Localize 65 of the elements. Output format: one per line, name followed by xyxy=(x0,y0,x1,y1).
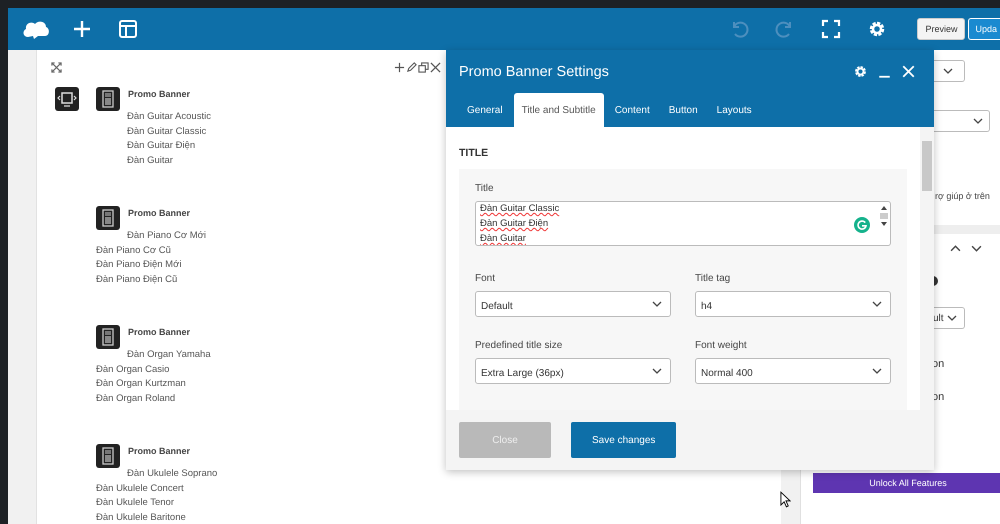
field-label: Font weight xyxy=(695,340,748,351)
settings-icon[interactable] xyxy=(853,64,868,79)
close-icon[interactable] xyxy=(430,62,441,73)
field-label: Title tag xyxy=(695,273,732,284)
dropdown[interactable]: Normal 400 xyxy=(695,358,891,384)
update-button[interactable]: Upda xyxy=(968,18,1000,40)
banner-icon xyxy=(96,325,120,349)
banner-line: Đàn Organ Kurtzman xyxy=(96,377,186,392)
banner-line: Đàn Ukulele Soprano xyxy=(127,467,218,481)
chevron-down-icon xyxy=(872,368,882,374)
chevron-down-icon xyxy=(973,118,983,124)
banner-line: Đàn Piano Điện Cũ xyxy=(96,272,178,287)
dropdown[interactable]: h4 xyxy=(695,291,891,317)
save-button[interactable]: Save changes xyxy=(571,422,676,458)
banner-line: Đàn Piano Cơ Mới xyxy=(127,229,206,243)
chevron-down-icon xyxy=(943,68,953,74)
tab[interactable]: General xyxy=(459,93,511,127)
dropdown[interactable]: Extra Large (36px) xyxy=(475,358,671,384)
banner-line: Đàn Ukulele Baritone xyxy=(96,510,186,524)
chevron-down-icon xyxy=(872,301,882,307)
scrollbar[interactable] xyxy=(920,127,934,410)
chevron-down-icon xyxy=(652,301,662,307)
plus-icon[interactable] xyxy=(394,62,405,73)
field-label: Predefined title size xyxy=(475,340,564,351)
banner-line: Đàn Guitar xyxy=(127,154,173,168)
pencil-icon[interactable] xyxy=(406,62,417,73)
banner-line: Đàn Ukulele Tenor xyxy=(96,496,174,510)
refresh-icon[interactable] xyxy=(854,217,870,233)
unlock-button[interactable]: Unlock All Features xyxy=(813,473,1000,493)
cloud-logo-icon[interactable] xyxy=(22,19,50,39)
banner-line: Đàn Guitar Acoustic xyxy=(127,110,211,124)
tab[interactable]: Title and Subtitle xyxy=(514,93,604,127)
banner-line: Đàn Organ Yamaha xyxy=(127,348,211,362)
banner-title: Promo Banner xyxy=(128,88,190,101)
banner-title: Promo Banner xyxy=(128,207,190,220)
banner-line: Đàn Ukulele Concert xyxy=(96,482,184,496)
banner-line: Đàn Piano Cơ Cũ xyxy=(96,244,171,258)
dropdown[interactable]: Default xyxy=(475,291,671,317)
banner-line: Đàn Organ Casio xyxy=(96,362,170,377)
chevron-down-icon xyxy=(946,315,957,321)
preview-button[interactable]: Preview xyxy=(917,18,966,40)
banner-line: Đàn Guitar Điện xyxy=(127,139,196,154)
section-heading: TITLE xyxy=(459,147,490,159)
dialog-title: Promo Banner Settings xyxy=(459,64,609,80)
field-label: Title xyxy=(475,183,495,194)
tab[interactable]: Content xyxy=(606,93,658,127)
tab[interactable]: Layouts xyxy=(708,93,760,127)
chevron-down-icon xyxy=(652,368,662,374)
banner-line: Đàn Organ Roland xyxy=(96,392,176,406)
tab[interactable]: Button xyxy=(660,93,706,127)
slider-icon xyxy=(55,87,79,111)
banner-line: Đàn Guitar Classic xyxy=(127,124,206,139)
layout-icon[interactable] xyxy=(118,19,138,39)
banner-title: Promo Banner xyxy=(128,326,190,339)
copy-icon[interactable] xyxy=(418,62,429,73)
banner-icon xyxy=(96,206,120,230)
banner-icon xyxy=(96,444,120,468)
fullscreen-icon[interactable] xyxy=(821,19,842,39)
expand-icon[interactable] xyxy=(51,62,62,73)
field-label: Font xyxy=(475,273,496,284)
banner-icon xyxy=(96,87,120,111)
title-textarea[interactable]: Đàn Guitar Classic Đàn Guitar Điện Đàn Guitar xyxy=(475,201,891,246)
help-text: rợ giúp ở trên xyxy=(935,191,991,201)
banner-title: Promo Banner xyxy=(128,445,190,458)
banner-line: Đàn Piano Điện Mới xyxy=(96,258,182,272)
